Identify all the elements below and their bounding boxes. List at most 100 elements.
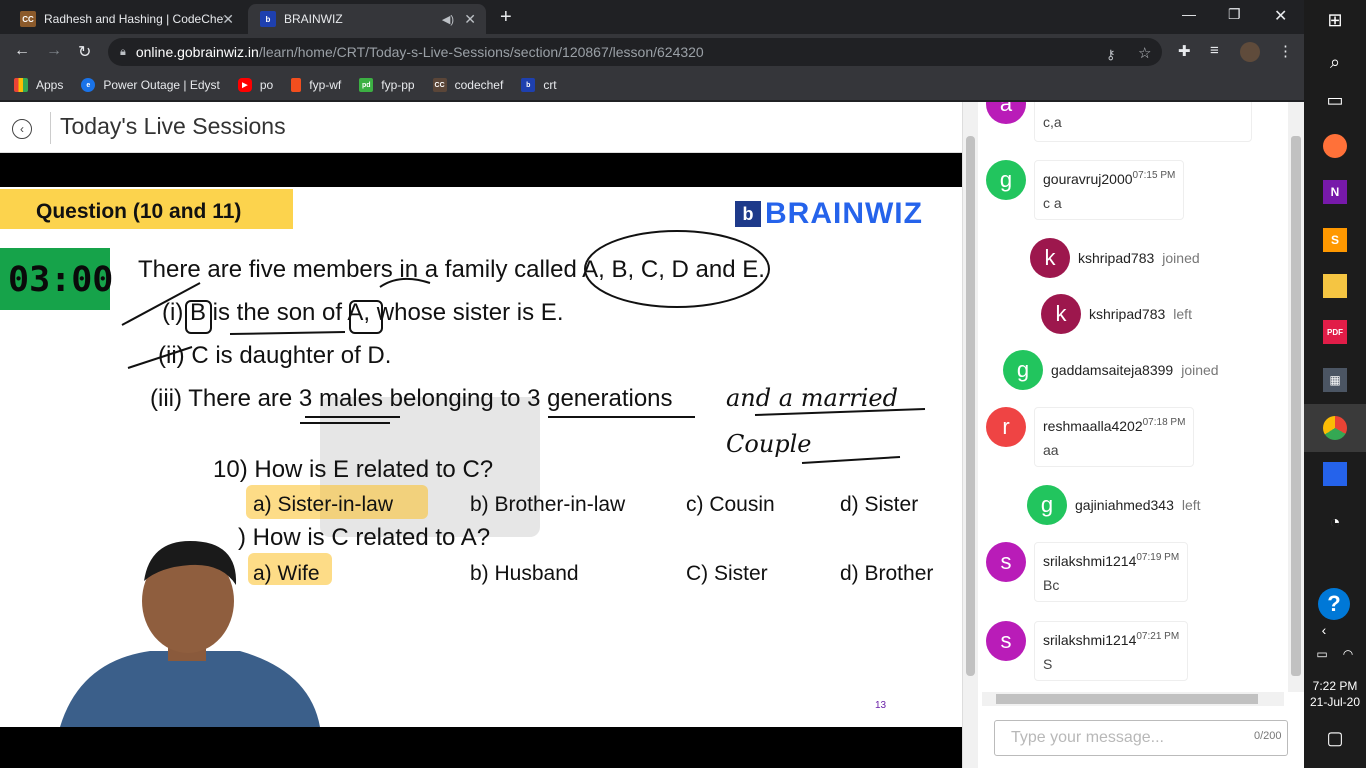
photos-icon[interactable] (1323, 462, 1347, 486)
maximize-button[interactable]: ❐ (1228, 6, 1241, 23)
brainwiz-icon: b (521, 78, 536, 92)
bookmark-codechef[interactable]: CC codechef (432, 78, 503, 92)
onenote-icon[interactable]: N (1323, 180, 1347, 204)
timestamp: 07:18 PM (1142, 417, 1186, 428)
avatar: s (986, 621, 1026, 661)
event-status: left (1173, 306, 1192, 322)
q10-option-b: b) Brother-in-law (470, 493, 626, 516)
message-text: c,a (1043, 114, 1062, 130)
bookmark-fyp-wf[interactable]: fyp-wf (291, 78, 341, 92)
help-icon[interactable]: ? (1318, 588, 1350, 620)
key-icon[interactable]: ⚷ (1106, 47, 1116, 63)
content-scrollbar[interactable] (962, 102, 978, 768)
bookmark-label: Apps (36, 78, 64, 92)
q11-option-c: C) Sister (686, 562, 768, 585)
browser-tab-codechef[interactable]: CC Radhesh and Hashing | CodeChef ✕ (8, 4, 244, 34)
username: reshmaalla4202 (1043, 418, 1143, 434)
username: gaddamsaiteja8399 (1051, 362, 1174, 378)
chat-horizontal-scrollbar[interactable] (982, 692, 1284, 706)
task-view-icon[interactable]: ▭ (1323, 88, 1347, 112)
bookmark-label: fyp-pp (381, 78, 415, 92)
video-player[interactable]: Question (10 and 11) b BRAINWIZ 03:00 Th… (0, 153, 962, 768)
message-bubble: c,a (1034, 102, 1252, 142)
back-arrow-icon[interactable]: ← (14, 42, 30, 60)
scrollbar-thumb[interactable] (966, 136, 975, 676)
page-header: ‹ Today's Live Sessions (0, 102, 962, 153)
bookmark-fyp-pp[interactable]: pd fyp-pp (359, 78, 415, 92)
presenter-video (60, 541, 320, 727)
chat-event: g gaddamsaiteja8399 joined (1003, 350, 1219, 390)
bookmark-apps[interactable]: Apps (14, 78, 63, 92)
back-circle-icon[interactable]: ‹ (12, 119, 32, 139)
chat-scrollbar[interactable] (1288, 102, 1304, 692)
message-bubble: srilakshmi121407:21 PM S (1034, 621, 1189, 681)
close-tab-icon[interactable]: ✕ (222, 11, 234, 28)
calculator-icon[interactable]: ▦ (1323, 368, 1347, 392)
timestamp: 07:21 PM (1136, 631, 1180, 642)
profile-avatar[interactable] (1240, 42, 1260, 62)
event-status: joined (1162, 250, 1200, 266)
browser-tab-brainwiz[interactable]: b BRAINWIZ ◀) ✕ (248, 4, 486, 34)
system-clock[interactable]: 7:22 PM 21-Jul-20 (1304, 678, 1366, 710)
dashboard-icon[interactable]: ◔ (1323, 510, 1347, 534)
codechef-icon: CC (20, 11, 36, 27)
message-bubble: reshmaalla420207:18 PM aa (1034, 407, 1195, 467)
search-icon[interactable]: ⌕ (1323, 50, 1347, 74)
media-control-icon[interactable]: ≡ (1210, 42, 1219, 59)
message-text: aa (1043, 442, 1059, 458)
forward-arrow-icon[interactable]: → (46, 42, 62, 60)
avatar: k (1030, 238, 1070, 278)
avatar: r (986, 407, 1026, 447)
wifi-icon[interactable]: ◠ (1336, 642, 1360, 666)
tab-title: Radhesh and Hashing | CodeChef (44, 12, 224, 26)
notifications-icon[interactable]: ▢ (1323, 726, 1347, 750)
close-window-button[interactable]: ✕ (1274, 6, 1287, 26)
pdf-reader-icon[interactable]: PDF (1323, 320, 1347, 344)
header-divider (50, 112, 51, 144)
address-bar[interactable]: 🔒︎ online.gobrainwiz.in /learn/home/CRT/… (108, 38, 1162, 66)
username: srilakshmi1214 (1043, 553, 1137, 569)
extensions-icon[interactable]: ✚ (1178, 42, 1191, 60)
avatar: k (1041, 294, 1081, 334)
file-explorer-icon[interactable] (1323, 274, 1347, 298)
chat-message-input[interactable] (994, 720, 1288, 756)
minimize-button[interactable]: — (1182, 6, 1196, 22)
bookmark-crt[interactable]: b crt (521, 78, 557, 92)
youtube-icon: ▶ (237, 78, 252, 92)
firefox-icon[interactable] (1323, 134, 1347, 158)
codechef-icon: CC (432, 78, 447, 92)
close-tab-icon[interactable]: ✕ (464, 11, 476, 28)
reload-icon[interactable]: ↻ (78, 42, 91, 62)
message-bubble: srilakshmi121407:19 PM Bc (1034, 542, 1189, 602)
bookmark-po[interactable]: ▶ po (237, 78, 273, 92)
character-count: 0/200 (1254, 730, 1282, 742)
event-status: left (1181, 497, 1201, 513)
menu-kebab-icon[interactable]: ⋮ (1278, 42, 1293, 60)
event-status: joined (1181, 362, 1219, 378)
windows-start-icon[interactable]: ⊞ (1323, 8, 1347, 32)
sublime-icon[interactable]: S (1323, 228, 1347, 252)
slide-page-number: 13 (875, 700, 887, 711)
star-icon[interactable]: ☆ (1138, 44, 1151, 62)
scrollbar-thumb[interactable] (1291, 136, 1301, 676)
username: srilakshmi1214 (1043, 632, 1137, 648)
chat-message: a c,a (986, 102, 1286, 142)
url-path: /learn/home/CRT/Today-s-Live-Sessions/se… (258, 44, 704, 60)
speaker-icon[interactable]: ◀) (442, 13, 454, 26)
new-tab-button[interactable]: + (500, 6, 512, 29)
scrollbar-thumb[interactable] (996, 694, 1258, 704)
edyst-icon: e (81, 78, 96, 92)
chevron-left-icon[interactable]: ‹ (1312, 618, 1336, 642)
bookmark-edyst[interactable]: e Power Outage | Edyst (81, 78, 220, 92)
avatar: g (1003, 350, 1043, 390)
brainwiz-icon: b (260, 11, 276, 27)
avatar: g (1027, 485, 1067, 525)
avatar: s (986, 542, 1026, 582)
timestamp: 07:19 PM (1136, 552, 1180, 563)
chat-panel: a c,a g gouravruj200007:15 PM c a k kshr… (978, 102, 1304, 768)
page-title: Today's Live Sessions (60, 113, 286, 139)
chrome-icon[interactable] (1323, 416, 1347, 440)
clock-time: 7:22 PM (1312, 679, 1358, 693)
q11-option-b: b) Husband (470, 562, 579, 585)
battery-icon[interactable]: ▭ (1310, 642, 1334, 666)
